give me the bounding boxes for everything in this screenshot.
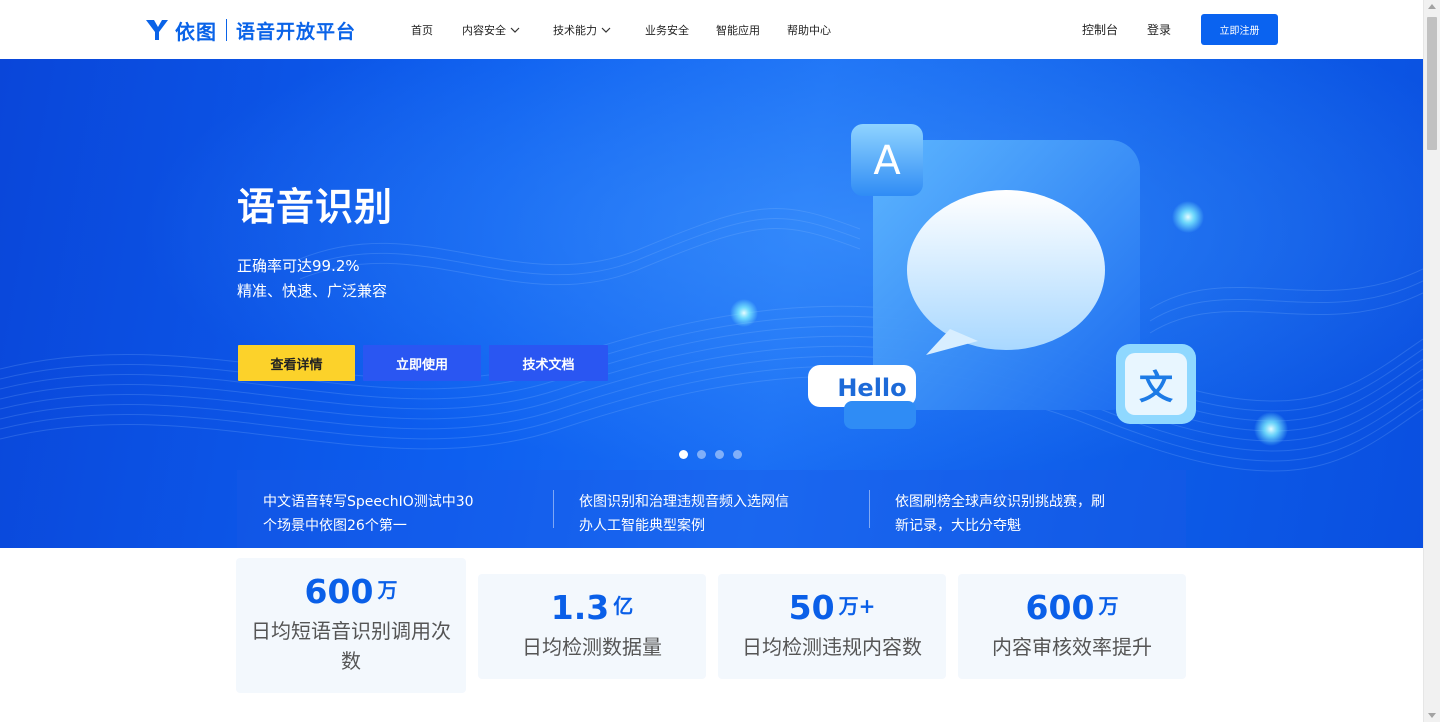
news-item-line1: 依图识别和治理违规音频入选网信: [579, 494, 789, 510]
tech-docs-button[interactable]: 技术文档: [489, 345, 608, 381]
speech-recognition-illustration: A Hello 文: [808, 124, 1204, 429]
stat-card: 600 万 日均短语音识别调用次数: [236, 558, 466, 693]
stat-label: 日均检测数据量: [522, 635, 662, 659]
main-nav: 首页 内容安全 技术能力 业务安全 智能应用 帮助中心: [411, 0, 847, 59]
news-bar: 中文语音转写SpeechIO测试中30 个场景中依图26个第一 依图识别和治理违…: [237, 470, 1186, 548]
stat-label: 内容审核效率提升: [992, 635, 1152, 659]
stat-value: 1.3: [550, 588, 610, 627]
nav-item-tech-capability[interactable]: 技术能力: [553, 22, 645, 38]
carousel-dots: [679, 450, 751, 459]
chevron-down-icon: [601, 27, 611, 33]
news-item-line1: 中文语音转写SpeechIO测试中30: [263, 494, 474, 510]
scroll-down-arrow-icon[interactable]: [1428, 713, 1436, 718]
news-item[interactable]: 依图刷榜全球声纹识别挑战赛，刷 新记录，大比分夺魁: [869, 470, 1185, 548]
carousel-dot-3[interactable]: [715, 450, 724, 459]
stat-value: 600: [1025, 588, 1095, 627]
view-details-button[interactable]: 查看详情: [238, 345, 355, 381]
nav-item-label: 智能应用: [716, 23, 760, 37]
stat-card: 50 万+ 日均检测违规内容数: [718, 574, 946, 679]
news-item[interactable]: 依图识别和治理违规音频入选网信 办人工智能典型案例: [553, 470, 869, 548]
nav-item-label: 技术能力: [553, 23, 597, 37]
brand-logo[interactable]: 依图 语音开放平台: [145, 16, 356, 44]
svg-text:A: A: [873, 138, 901, 184]
stat-label: 日均短语音识别调用次数: [251, 619, 451, 673]
stat-value-row: 600 万: [958, 588, 1186, 632]
stat-value-row: 600 万: [236, 572, 466, 616]
scrollbar-thumb[interactable]: [1427, 17, 1437, 150]
login-link[interactable]: 登录: [1147, 14, 1171, 45]
svg-text:Hello: Hello: [837, 374, 906, 402]
top-header: 依图 语音开放平台 首页 内容安全 技术能力 业务安全 智能应用 帮助中心 控制…: [0, 0, 1423, 59]
nav-item-home[interactable]: 首页: [411, 22, 462, 38]
stat-unit: 亿: [613, 594, 634, 618]
brand-subtitle: 语音开放平台: [236, 20, 357, 43]
stat-value-row: 50 万+: [718, 588, 946, 632]
news-item-line2: 新记录，大比分夺魁: [895, 518, 1021, 534]
carousel-dot-1[interactable]: [679, 450, 688, 459]
nav-item-help-center[interactable]: 帮助中心: [787, 22, 847, 38]
nav-item-label: 业务安全: [645, 23, 689, 37]
brand-divider: [226, 19, 227, 41]
news-item-line2: 办人工智能典型案例: [579, 518, 705, 534]
glow-orb-decoration: [730, 299, 758, 327]
stat-card: 600 万 内容审核效率提升: [958, 574, 1186, 679]
nav-item-label: 帮助中心: [787, 23, 831, 37]
stat-unit: 万: [377, 578, 398, 602]
news-item[interactable]: 中文语音转写SpeechIO测试中30 个场景中依图26个第一: [237, 470, 553, 548]
carousel-dot-2[interactable]: [697, 450, 706, 459]
register-button[interactable]: 立即注册: [1201, 14, 1278, 45]
stat-value: 600: [304, 572, 374, 611]
nav-item-business-security[interactable]: 业务安全: [645, 22, 716, 38]
glow-orb-decoration: [1254, 412, 1288, 446]
hero-subtitle-line2: 精准、快速、广泛兼容: [237, 282, 388, 300]
page-scrollbar[interactable]: [1423, 0, 1440, 722]
yitu-logo-icon: [146, 20, 168, 40]
stat-card: 1.3 亿 日均检测数据量: [478, 574, 706, 679]
stat-unit: 万+: [838, 594, 876, 618]
brand-name: 依图: [175, 19, 217, 44]
stat-value-row: 1.3 亿: [478, 588, 706, 632]
news-item-line1: 依图刷榜全球声纹识别挑战赛，刷: [895, 494, 1105, 510]
nav-item-label: 内容安全: [462, 23, 506, 37]
stat-label: 日均检测违规内容数: [742, 635, 922, 659]
chevron-down-icon: [510, 27, 520, 33]
console-link[interactable]: 控制台: [1082, 14, 1118, 45]
hero-banner: 语音识别 正确率可达99.2% 精准、快速、广泛兼容 查看详情 立即使用 技术文…: [0, 59, 1423, 548]
use-now-button[interactable]: 立即使用: [363, 345, 481, 381]
hero-subtitle-line1: 正确率可达99.2%: [237, 257, 360, 275]
stat-unit: 万: [1098, 594, 1119, 618]
nav-item-smart-apps[interactable]: 智能应用: [716, 22, 787, 38]
nav-item-content-security[interactable]: 内容安全: [462, 22, 553, 38]
news-item-line2: 个场景中依图26个第一: [263, 518, 407, 534]
hero-title: 语音识别: [237, 185, 394, 229]
stat-value: 50: [788, 588, 835, 627]
scroll-up-arrow-icon[interactable]: [1428, 4, 1436, 9]
svg-text:文: 文: [1139, 368, 1173, 408]
nav-item-label: 首页: [411, 23, 433, 37]
carousel-dot-4[interactable]: [733, 450, 742, 459]
